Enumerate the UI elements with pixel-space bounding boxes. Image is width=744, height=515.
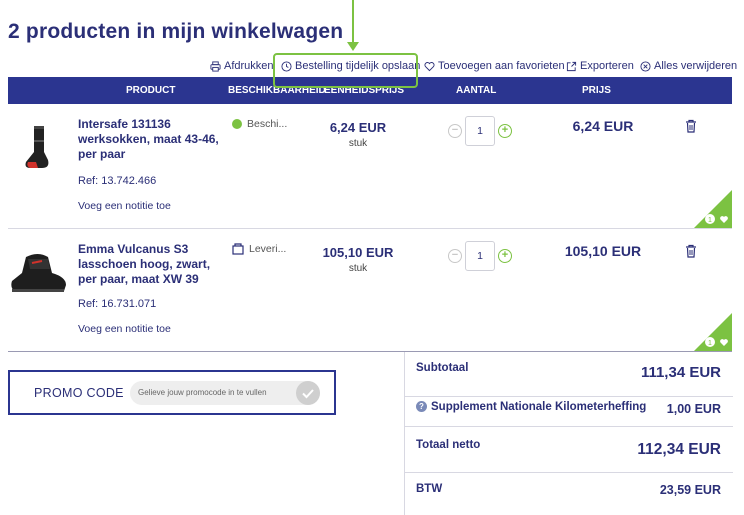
page-title: 2 producten in mijn winkelwagen bbox=[8, 20, 344, 43]
product-image-socks[interactable] bbox=[8, 122, 70, 172]
unit-label: stuk bbox=[348, 138, 368, 149]
summary-supplement-row: ? Supplement Nationale Kilometerheffing 1… bbox=[405, 397, 733, 427]
order-summary: Subtotaal 111,34 EUR ? Supplement Nationa… bbox=[404, 352, 733, 515]
subtotal-label: Subtotaal bbox=[416, 362, 469, 374]
export-label: Exporteren bbox=[580, 60, 634, 72]
summary-vat-row: BTW 23,59 EUR bbox=[405, 473, 733, 515]
header-price: PRIJS bbox=[582, 85, 611, 96]
line-total: 6,24 EUR bbox=[572, 118, 634, 134]
supplement-label: Supplement Nationale Kilometerheffing bbox=[431, 401, 647, 413]
summary-net-total-row: Totaal netto 112,34 EUR bbox=[405, 427, 733, 473]
print-label: Afdrukken bbox=[224, 60, 274, 72]
add-to-favorites-link[interactable]: Toevoegen aan favorieten bbox=[424, 60, 565, 72]
trash-icon[interactable] bbox=[685, 119, 697, 133]
promo-code-box: PROMO CODE Gelieve jouw promocode in te … bbox=[8, 370, 336, 415]
quantity-input[interactable]: 1 bbox=[465, 116, 495, 146]
product-name[interactable]: Emma Vulcanus S3 lasschoen hoog, zwart, … bbox=[78, 242, 223, 287]
availability-status: Leveri... bbox=[232, 243, 286, 255]
vat-value: 23,59 EUR bbox=[659, 483, 721, 497]
subtotal-value: 111,34 EUR bbox=[640, 364, 721, 381]
favorite-corner-badge[interactable]: 1 bbox=[694, 190, 732, 228]
supplement-value: 1,00 EUR bbox=[666, 402, 721, 416]
product-ref: Ref: 16.731.071 bbox=[78, 298, 157, 310]
header-product: PRODUCT bbox=[126, 85, 176, 96]
add-note-link[interactable]: Voeg een notitie toe bbox=[78, 200, 171, 212]
unit-price: 105,10 EUR bbox=[322, 245, 394, 260]
delivery-box-icon bbox=[232, 243, 244, 255]
annotation-arrow-head bbox=[347, 42, 359, 51]
net-total-label: Totaal netto bbox=[416, 439, 481, 451]
trash-icon[interactable] bbox=[685, 244, 697, 258]
favorite-count: 1 bbox=[708, 217, 712, 224]
vat-label: BTW bbox=[416, 483, 443, 495]
close-circle-icon bbox=[640, 60, 651, 72]
print-link[interactable]: Afdrukken bbox=[210, 60, 274, 72]
cart-row: Intersafe 131136 werksokken, maat 43-46,… bbox=[8, 104, 732, 229]
heart-icon bbox=[424, 61, 435, 71]
supplement-label-wrap: ? Supplement Nationale Kilometerheffing bbox=[416, 401, 646, 413]
promo-code-placeholder: Gelieve jouw promocode in te vullen bbox=[138, 387, 267, 397]
availability-status: Beschi... bbox=[232, 118, 287, 130]
in-stock-dot-icon bbox=[232, 119, 242, 129]
annotation-arrow-line bbox=[352, 0, 354, 44]
annotation-highlight-box bbox=[273, 53, 418, 88]
product-image-shoe[interactable] bbox=[8, 247, 70, 297]
decrease-quantity-button[interactable]: − bbox=[448, 249, 462, 263]
increase-quantity-button[interactable]: + bbox=[498, 124, 512, 138]
add-to-favorites-label: Toevoegen aan favorieten bbox=[438, 60, 565, 72]
decrease-quantity-button[interactable]: − bbox=[448, 124, 462, 138]
promo-code-label: PROMO CODE bbox=[34, 385, 124, 400]
promo-code-input[interactable]: Gelieve jouw promocode in te vullen bbox=[130, 380, 320, 405]
product-ref: Ref: 13.742.466 bbox=[78, 175, 157, 187]
favorite-corner-badge[interactable]: 1 bbox=[694, 313, 732, 351]
export-link[interactable]: Exporteren bbox=[566, 60, 634, 72]
cart-row: Emma Vulcanus S3 lasschoen hoog, zwart, … bbox=[8, 229, 732, 352]
favorite-count: 1 bbox=[708, 340, 712, 347]
apply-promo-button[interactable] bbox=[296, 380, 320, 405]
quantity-stepper: − 1 + bbox=[448, 116, 512, 146]
availability-text: Beschi... bbox=[247, 118, 288, 130]
printer-icon bbox=[210, 60, 221, 72]
header-quantity: AANTAL bbox=[456, 85, 497, 96]
add-note-link[interactable]: Voeg een notitie toe bbox=[78, 323, 171, 335]
product-name[interactable]: Intersafe 131136 werksokken, maat 43-46,… bbox=[78, 117, 223, 162]
remove-all-link[interactable]: Alles verwijderen bbox=[640, 60, 737, 72]
net-total-value: 112,34 EUR bbox=[637, 441, 721, 458]
unit-label: stuk bbox=[348, 263, 368, 274]
remove-all-label: Alles verwijderen bbox=[654, 60, 738, 72]
unit-price: 6,24 EUR bbox=[329, 120, 387, 135]
quantity-input[interactable]: 1 bbox=[465, 241, 495, 271]
info-icon[interactable]: ? bbox=[416, 401, 427, 413]
export-icon bbox=[566, 61, 577, 71]
summary-subtotal-row: Subtotaal 111,34 EUR bbox=[405, 352, 733, 397]
increase-quantity-button[interactable]: + bbox=[498, 249, 512, 263]
line-total: 105,10 EUR bbox=[564, 243, 642, 259]
checkmark-icon bbox=[302, 388, 314, 398]
availability-text: Leveri... bbox=[249, 243, 287, 255]
quantity-stepper: − 1 + bbox=[448, 241, 512, 271]
